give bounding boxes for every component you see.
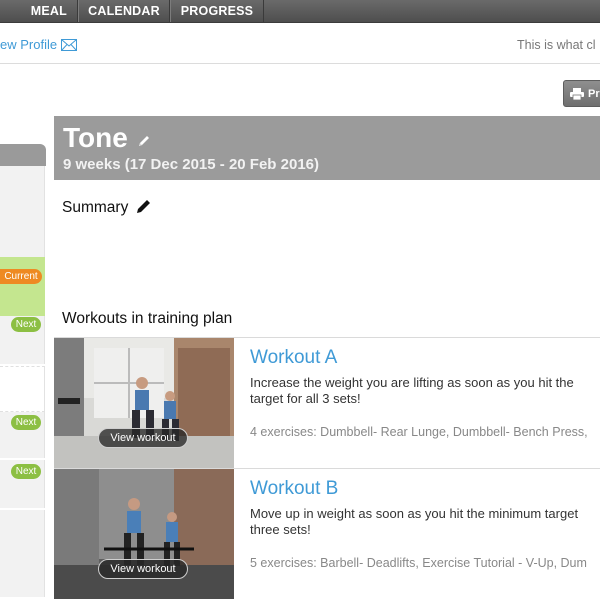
view-workout-button[interactable]: View workout xyxy=(98,559,188,579)
workout-thumbnail[interactable]: View workout xyxy=(54,469,234,599)
mail-icon[interactable] xyxy=(61,39,77,51)
view-profile-link[interactable]: ew Profile xyxy=(0,37,57,52)
week-row[interactable] xyxy=(0,166,45,257)
week-row[interactable] xyxy=(0,366,45,412)
workout-thumbnail[interactable]: View workout xyxy=(54,338,234,468)
workout-title[interactable]: Workout B xyxy=(250,478,338,500)
next-badge[interactable]: Next xyxy=(11,317,41,332)
profile-bar: ew Profile This is what cl xyxy=(0,23,600,64)
workout-a-photo xyxy=(54,338,234,468)
workout-description: Increase the weight you are lifting as s… xyxy=(250,375,574,406)
current-badge[interactable]: Current xyxy=(0,269,42,284)
sidebar-header xyxy=(0,144,46,166)
top-nav: MEAL PLAN CALENDAR PROGRESS xyxy=(0,0,600,40)
print-button[interactable]: Pr xyxy=(563,80,600,107)
printer-icon xyxy=(570,88,584,100)
info-text: This is what cl xyxy=(517,38,596,52)
week-sidebar: Current Next Next Next xyxy=(0,144,46,597)
week-row-current[interactable] xyxy=(0,257,45,316)
week-row[interactable] xyxy=(0,510,45,597)
workout-b-photo xyxy=(54,469,234,599)
plan-duration: 9 weeks (17 Dec 2015 - 20 Feb 2016) xyxy=(63,156,319,173)
next-badge[interactable]: Next xyxy=(11,464,41,479)
plan-title: Tone xyxy=(63,122,128,153)
tab-progress[interactable]: PROGRESS xyxy=(170,0,264,22)
workout-exercises: 4 exercises: Dumbbell- Rear Lunge, Dumbb… xyxy=(250,425,588,439)
tab-meal-plan[interactable]: MEAL PLAN xyxy=(0,0,78,40)
print-label: Pr xyxy=(588,88,600,100)
workout-description: Move up in weight as soon as you hit the… xyxy=(250,506,579,537)
pencil-icon[interactable] xyxy=(137,134,151,148)
tab-calendar[interactable]: CALENDAR xyxy=(78,0,170,22)
plan-header: Tone 9 weeks (17 Dec 2015 - 20 Feb 2016) xyxy=(54,116,600,180)
workout-title[interactable]: Workout A xyxy=(250,347,337,369)
summary-label: Summary xyxy=(62,199,129,216)
pencil-icon[interactable] xyxy=(136,199,151,214)
next-badge[interactable]: Next xyxy=(11,415,41,430)
view-workout-button[interactable]: View workout xyxy=(98,428,188,448)
workout-exercises: 5 exercises: Barbell- Deadlifts, Exercis… xyxy=(250,556,587,570)
workouts-section-title: Workouts in training plan xyxy=(62,310,233,327)
